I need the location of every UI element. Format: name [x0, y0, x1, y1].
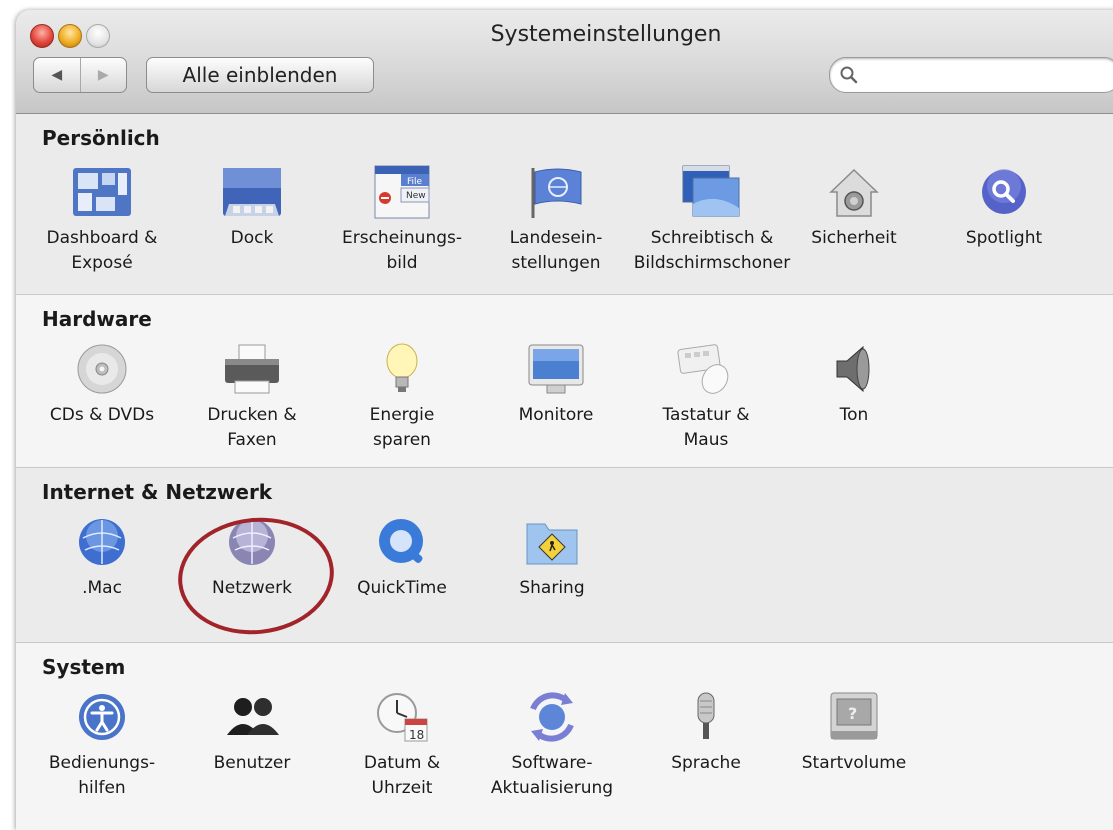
pane-energy-saver[interactable]: Energie sparen	[332, 341, 472, 453]
keyboard-mouse-icon	[677, 344, 729, 394]
appearance-icon: File New	[374, 165, 430, 219]
software-update-icon	[530, 692, 574, 742]
dotmac-globe-icon	[79, 519, 125, 565]
section-hardware: Hardware CDs & DVDs Drucken & Faxen Ener…	[16, 295, 1113, 467]
monitor-icon	[528, 344, 584, 394]
spotlight-icon	[982, 169, 1026, 214]
pane-label: Sicherheit	[811, 228, 897, 248]
quicktime-icon	[379, 519, 423, 563]
pane-label: Schreibtisch & Bildschirmschoner	[633, 228, 791, 273]
pane-dashboard-expose[interactable]: Dashboard & Exposé	[32, 164, 172, 276]
pane-label: Landesein-stellungen	[509, 228, 603, 273]
sharing-folder-icon	[526, 523, 578, 565]
pane-security[interactable]: Sicherheit	[784, 164, 924, 251]
forward-arrow-icon: ▶	[97, 67, 109, 83]
window-title: Systemeinstellungen	[490, 22, 722, 47]
section-title: Persönlich	[42, 126, 160, 150]
section-title: System	[42, 655, 126, 679]
pane-desktop-screensaver[interactable]: Schreibtisch & Bildschirmschoner	[632, 164, 792, 276]
clock-calendar-icon: 18	[377, 693, 428, 742]
svg-text:File: File	[407, 177, 423, 187]
pane-sharing[interactable]: Sharing	[482, 514, 622, 601]
titlebar-toolbar: Systemeinstellungen ◀ ▶ Alle einblenden	[16, 10, 1113, 114]
pane-label: Software- Aktualisierung	[490, 753, 614, 798]
pane-accounts[interactable]: Benutzer	[182, 689, 322, 776]
international-flag-icon	[531, 168, 582, 218]
back-button[interactable]: ◀	[34, 58, 81, 92]
pane-speech[interactable]: Sprache	[636, 689, 776, 776]
pane-label: Dock	[230, 228, 274, 248]
pane-cds-dvds[interactable]: CDs & DVDs	[32, 341, 172, 428]
section-personal: Persönlich Dashboard & Exposé Dock File …	[16, 114, 1113, 294]
show-all-button[interactable]: Alle einblenden	[146, 57, 374, 93]
section-system: System Bedienungs-hilfen Benutzer 18 Dat…	[16, 643, 1113, 830]
dock-icon	[223, 168, 281, 216]
security-house-icon	[829, 168, 879, 217]
pane-software-update[interactable]: Software- Aktualisierung	[482, 689, 622, 801]
pane-displays[interactable]: Monitore	[486, 341, 626, 428]
forward-button[interactable]: ▶	[81, 58, 127, 92]
pane-quicktime[interactable]: QuickTime	[332, 514, 472, 601]
pane-label: Sharing	[519, 578, 585, 598]
pane-label: Spotlight	[965, 228, 1043, 248]
startup-disk-icon: ?	[830, 692, 878, 740]
pane-label: Erscheinungs-bild	[342, 228, 462, 273]
pane-label: Drucken & Faxen	[207, 405, 297, 450]
back-forward-control: ◀ ▶	[33, 57, 127, 93]
users-icon	[227, 698, 279, 735]
section-title: Internet & Netzwerk	[42, 480, 273, 504]
pane-dotmac[interactable]: .Mac	[32, 514, 172, 601]
pane-label: Startvolume	[801, 753, 907, 773]
search-icon	[840, 66, 858, 84]
microphone-icon	[697, 692, 715, 739]
search-field[interactable]	[829, 57, 1113, 93]
section-internet-network: Internet & Netzwerk .Mac Netzwerk QuickT…	[16, 468, 1113, 642]
back-arrow-icon: ◀	[51, 67, 63, 83]
pane-print-fax[interactable]: Drucken & Faxen	[182, 341, 322, 453]
pane-startup-disk[interactable]: ? Startvolume	[784, 689, 924, 776]
speaker-icon	[836, 345, 870, 393]
pane-spotlight[interactable]: Spotlight	[934, 164, 1074, 251]
pane-appearance[interactable]: File New Erscheinungs-bild	[332, 164, 472, 276]
pane-label: Bedienungs-hilfen	[48, 753, 156, 798]
svg-text:New: New	[406, 191, 426, 201]
preferences-window: Systemeinstellungen ◀ ▶ Alle einblenden …	[16, 10, 1113, 830]
printer-icon	[225, 344, 279, 394]
pane-date-time[interactable]: 18 Datum & Uhrzeit	[332, 689, 472, 801]
pane-sound[interactable]: Ton	[784, 341, 924, 428]
pane-keyboard-mouse[interactable]: Tastatur & Maus	[636, 341, 776, 453]
pane-dock[interactable]: Dock	[182, 164, 322, 251]
pane-label: Dashboard & Exposé	[46, 228, 158, 273]
pane-label: Datum & Uhrzeit	[363, 753, 441, 798]
pane-universal-access[interactable]: Bedienungs-hilfen	[32, 689, 172, 801]
svg-text:18: 18	[409, 728, 424, 742]
accessibility-icon	[79, 694, 125, 740]
search-input[interactable]	[864, 64, 1108, 88]
dashboard-icon	[73, 168, 131, 216]
pane-label: Benutzer	[213, 753, 291, 773]
pane-label: Tastatur & Maus	[662, 405, 750, 450]
pane-label: Monitore	[518, 405, 594, 425]
pane-label: Sprache	[671, 753, 741, 773]
pane-label: CDs & DVDs	[49, 405, 155, 425]
desktop-icon	[682, 165, 740, 217]
cd-icon	[77, 344, 127, 394]
light-bulb-icon	[386, 343, 418, 392]
section-title: Hardware	[42, 307, 152, 331]
pane-label: Energie sparen	[369, 405, 435, 450]
pane-label: QuickTime	[357, 578, 447, 598]
pane-label: Ton	[839, 405, 869, 425]
pane-label: .Mac	[82, 578, 122, 598]
pane-international[interactable]: Landesein-stellungen	[486, 164, 626, 276]
svg-text:?: ?	[848, 704, 857, 723]
